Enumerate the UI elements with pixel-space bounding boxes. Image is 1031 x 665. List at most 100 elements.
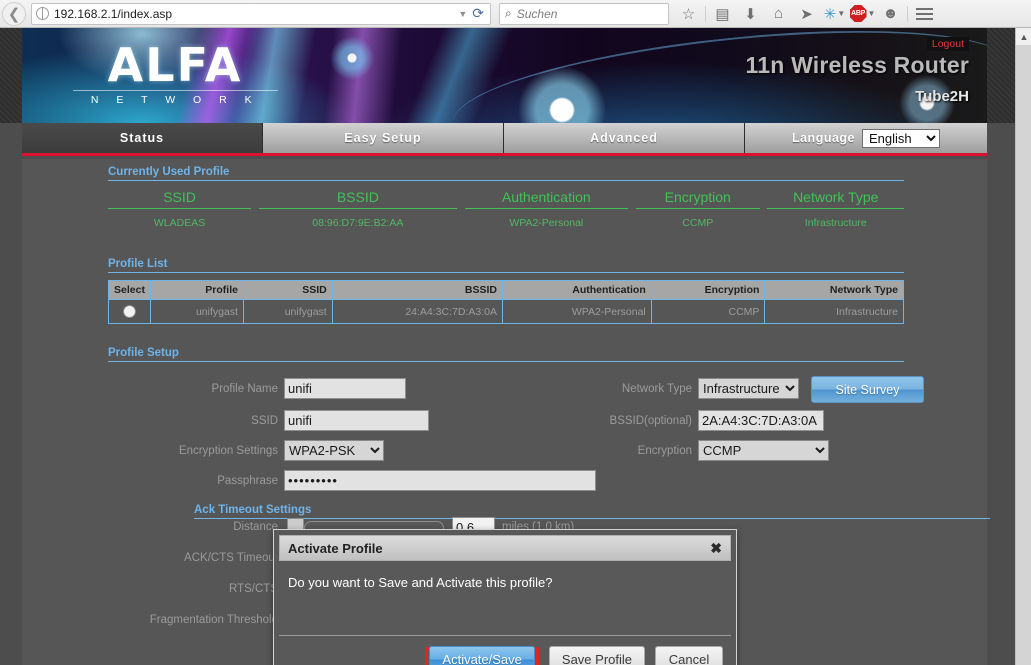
logo-divider xyxy=(72,90,278,91)
cancel-button[interactable]: Cancel xyxy=(655,646,723,665)
col-spacer xyxy=(760,189,768,209)
toolbar-divider-2 xyxy=(907,5,908,22)
cell-spacer xyxy=(251,209,259,230)
col-header-network-type: Network Type xyxy=(767,189,904,209)
cell-authentication: WPA2-Personal xyxy=(509,217,584,229)
encryption-select[interactable]: CCMP xyxy=(698,440,829,461)
site-survey-button[interactable]: Site Survey xyxy=(811,376,924,403)
cell-ssid: WLADEAS xyxy=(153,217,206,229)
encryption-settings-select[interactable]: WPA2-PSK xyxy=(284,440,384,461)
section-title-currently-used-profile: Currently Used Profile xyxy=(108,166,230,178)
hotspot-shield-icon[interactable]: ✳ ▼ xyxy=(821,1,848,27)
globe-icon xyxy=(36,7,49,20)
dialog-titlebar[interactable]: Activate Profile ✖ xyxy=(279,535,731,561)
label-profile-name: Profile Name xyxy=(211,383,278,395)
close-icon[interactable]: ✖ xyxy=(710,540,722,557)
col-header-profile: Profile xyxy=(149,280,244,300)
bookmark-star-icon[interactable]: ☆ xyxy=(675,1,702,27)
chevron-down-icon[interactable]: ▼ xyxy=(458,9,467,19)
profile-name-input[interactable] xyxy=(284,378,406,399)
logo-wordmark: ALFA xyxy=(107,38,243,92)
cell-encryption: CCMP xyxy=(682,217,714,229)
tab-easy-setup[interactable]: Easy Setup xyxy=(263,123,504,153)
tab-advanced[interactable]: Advanced xyxy=(504,123,745,153)
section-title-profile-setup: Profile Setup xyxy=(108,347,179,359)
logout-button[interactable]: Logout xyxy=(926,37,969,51)
scroll-up-arrow-icon[interactable]: ▲ xyxy=(1016,28,1031,45)
passphrase-input[interactable] xyxy=(284,470,596,491)
home-icon[interactable]: ⌂ xyxy=(765,1,792,27)
ack-timeout-section: Ack Timeout Settings xyxy=(194,497,990,519)
cell-bssid: 08:96:D7:9E:B2:AA xyxy=(312,217,404,229)
profile-list-table: Select Profile SSID BSSID Authentication… xyxy=(108,280,904,324)
col-header-encryption: Encryption xyxy=(635,189,760,209)
logo-subtext: N E T W O R K xyxy=(90,94,260,106)
browser-toolbar: ❮ 192.168.2.1/index.asp ▼ ⟳ ⌕ Suchen ☆ ▤… xyxy=(0,0,1031,28)
col-header-bssid: BSSID xyxy=(258,189,457,209)
table-row: WLADEAS 08:96:D7:9E:B2:AA WPA2-Personal … xyxy=(108,209,904,230)
language-label: Language xyxy=(791,131,856,145)
adblock-plus-icon[interactable]: ABP ▼ xyxy=(849,1,876,27)
hamburger-menu-icon[interactable] xyxy=(911,1,938,27)
page-scrollbar[interactable]: ▲ xyxy=(1015,28,1031,665)
activate-save-highlight: Activate/Save xyxy=(425,645,539,665)
toolbar-divider xyxy=(705,5,706,22)
col-header-ssid: SSID xyxy=(108,189,252,209)
profile-radio-button[interactable] xyxy=(122,305,136,318)
activate-save-button[interactable]: Activate/Save xyxy=(429,645,535,665)
download-arrow-icon[interactable]: ⬇ xyxy=(737,1,764,27)
label-encryption: Encryption xyxy=(637,445,692,457)
label-fragmentation-threshold: Fragmentation Threshold xyxy=(149,614,278,626)
reader-list-icon[interactable]: ▤ xyxy=(709,1,736,27)
language-select[interactable]: English xyxy=(862,128,941,148)
section-divider xyxy=(108,361,904,362)
label-distance: Distance xyxy=(233,521,278,533)
col-header-bssid: BSSID xyxy=(331,280,503,300)
col-header-network-type: Network Type xyxy=(764,280,904,300)
col-header-authentication: Authentication xyxy=(501,280,652,300)
cell-spacer xyxy=(457,209,465,230)
url-text: 192.168.2.1/index.asp xyxy=(54,6,173,21)
cell-network-type: Infrastructure xyxy=(764,299,904,324)
cell-ssid: unifygast xyxy=(242,299,333,324)
cell-select[interactable] xyxy=(108,299,151,324)
cell-spacer xyxy=(760,209,768,230)
col-header-ssid: SSID xyxy=(242,280,333,300)
save-profile-button[interactable]: Save Profile xyxy=(548,646,645,665)
table-row[interactable]: unifygast unifygast 24:A4:3C:7D:A3:0A WP… xyxy=(108,299,904,324)
col-header-encryption: Encryption xyxy=(650,280,766,300)
currently-used-profile-table: SSID BSSID Authentication Encryption Net… xyxy=(108,189,904,229)
profile-setup-section: Profile Setup xyxy=(108,340,904,362)
smiley-feedback-icon[interactable]: ☻ xyxy=(877,1,904,27)
cell-spacer xyxy=(628,209,636,230)
search-placeholder: Suchen xyxy=(516,6,558,21)
dialog-title: Activate Profile xyxy=(288,540,383,556)
page-title: 11n Wireless Router xyxy=(745,52,969,78)
main-navigation: Status Easy Setup Advanced Language Engl… xyxy=(22,123,987,156)
back-arrow-icon[interactable]: ❮ xyxy=(2,1,26,26)
network-type-select[interactable]: Infrastructure xyxy=(698,378,799,399)
search-icon: ⌕ xyxy=(505,6,512,20)
profile-list-section: Profile List Select Profile SSID BSSID A… xyxy=(108,251,904,324)
activate-profile-dialog: Activate Profile ✖ Do you want to Save a… xyxy=(273,529,737,665)
browser-action-icons: ☆ ▤ ⬇ ⌂ ➤ ✳ ▼ ABP ▼ ☻ xyxy=(675,1,938,27)
tab-status[interactable]: Status xyxy=(22,123,263,153)
section-title-ack-timeout: Ack Timeout Settings xyxy=(194,504,312,516)
cell-network-type: Infrastructure xyxy=(804,217,867,229)
cell-bssid: 24:A4:3C:7D:A3:0A xyxy=(331,299,503,324)
reload-icon[interactable]: ⟳ xyxy=(472,5,484,22)
cell-encryption: CCMP xyxy=(650,299,766,324)
bssid-input[interactable] xyxy=(698,410,824,431)
ssid-input[interactable] xyxy=(284,410,429,431)
col-spacer xyxy=(628,189,636,209)
col-header-authentication: Authentication xyxy=(464,189,629,209)
cell-profile: unifygast xyxy=(149,299,244,324)
label-passphrase: Passphrase xyxy=(217,475,278,487)
table-header-row: Select Profile SSID BSSID Authentication… xyxy=(108,280,904,300)
table-header-row: SSID BSSID Authentication Encryption Net… xyxy=(108,189,904,209)
model-name: Tube2H xyxy=(915,88,969,105)
dialog-message: Do you want to Save and Activate this pr… xyxy=(288,575,553,590)
address-bar[interactable]: 192.168.2.1/index.asp ▼ ⟳ xyxy=(31,2,491,25)
search-input[interactable]: ⌕ Suchen xyxy=(499,2,669,25)
pocket-send-icon[interactable]: ➤ xyxy=(793,1,820,27)
